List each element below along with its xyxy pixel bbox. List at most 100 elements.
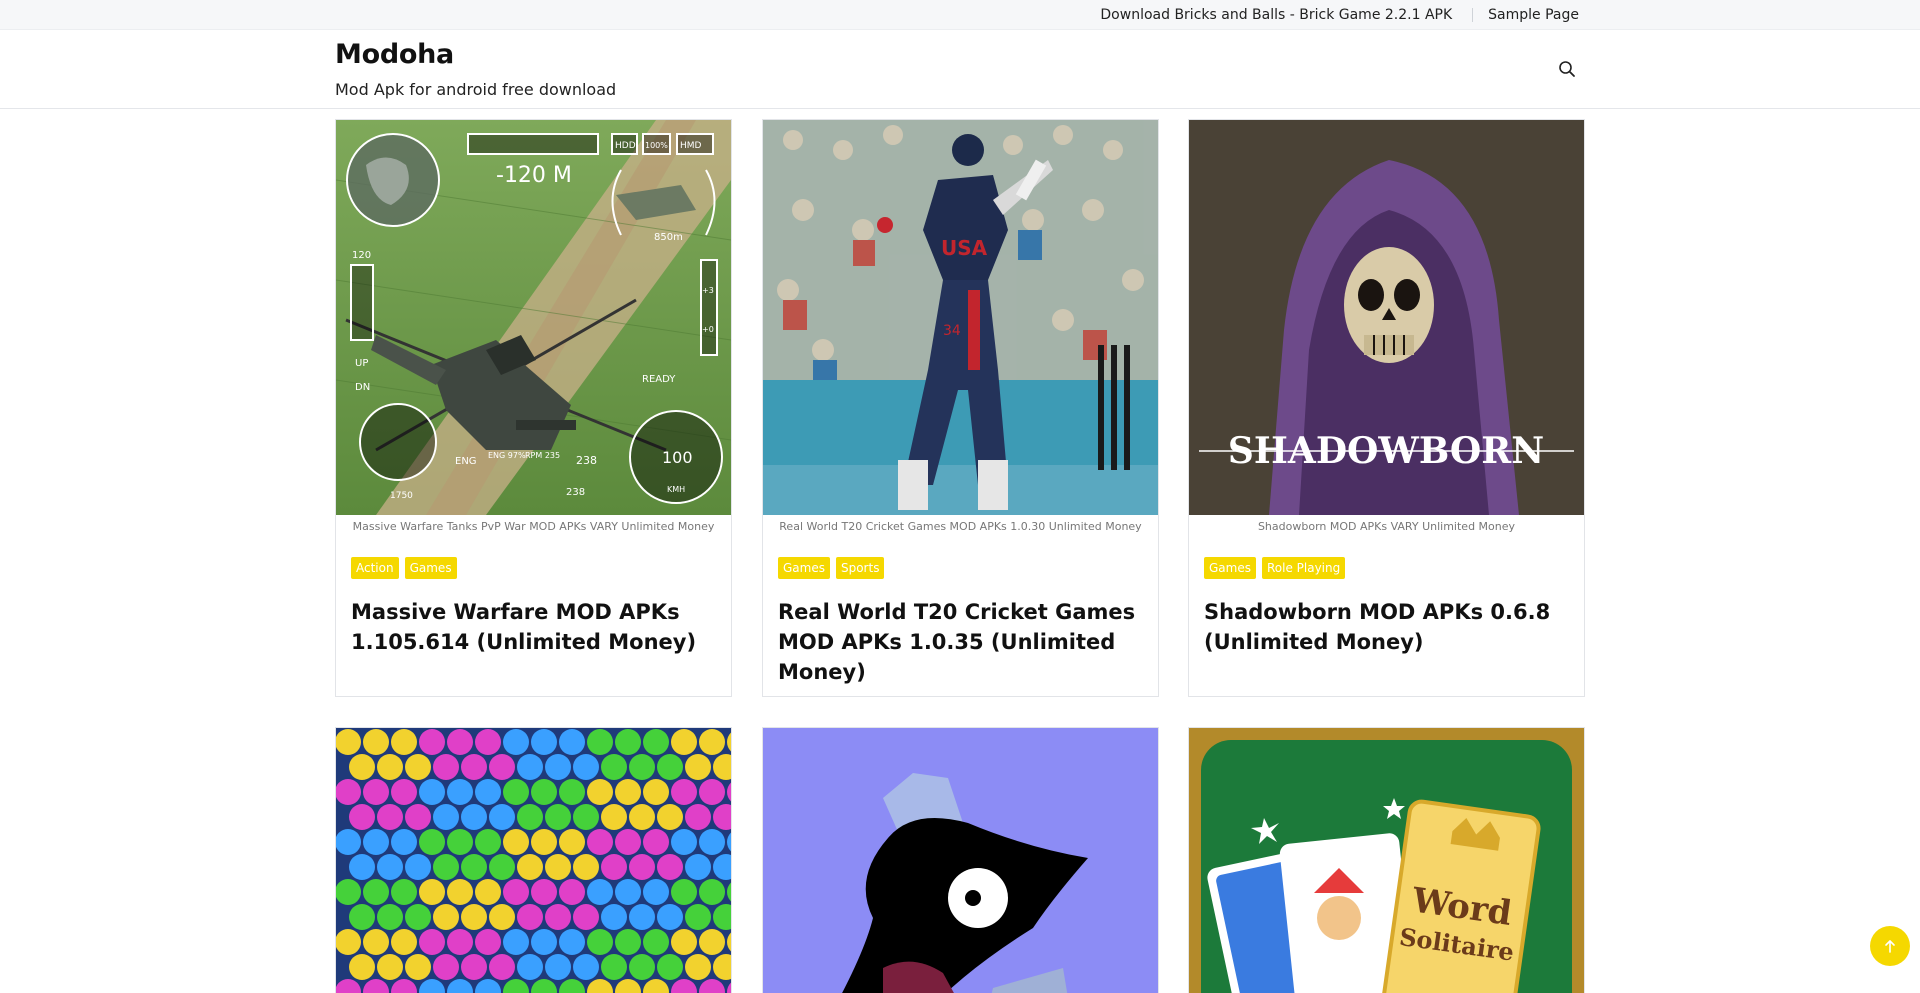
bubble xyxy=(629,954,655,980)
tag-games[interactable]: Games xyxy=(778,557,830,579)
top-nav-link-bricks-and-balls[interactable]: Download Bricks and Balls - Brick Game 2… xyxy=(1100,7,1452,23)
thumbnail-caption: Shadowborn MOD APKs VARY Unlimited Money xyxy=(1257,520,1516,533)
bubble xyxy=(419,879,445,905)
bubble xyxy=(391,729,417,755)
post-card[interactable]: Word Solitaire xyxy=(1188,727,1585,993)
tag-games[interactable]: Games xyxy=(404,557,457,579)
thumbnail-caption: Massive Warfare Tanks PvP War MOD APKs V… xyxy=(352,520,715,533)
post-thumbnail[interactable] xyxy=(336,728,731,993)
bubble xyxy=(671,829,697,855)
bubble xyxy=(629,854,655,880)
search-button[interactable] xyxy=(1557,59,1577,79)
bubble xyxy=(517,804,543,830)
post-title[interactable]: Shadowborn MOD APKs 0.6.8 (Unlimited Mon… xyxy=(1204,597,1569,657)
bubble xyxy=(615,779,641,805)
bubble xyxy=(447,929,473,955)
bubble xyxy=(615,829,641,855)
hud-bottom-val: 238 xyxy=(566,487,585,498)
post-thumbnail[interactable]: SHADOWBORN xyxy=(1189,120,1584,515)
bubble xyxy=(657,854,683,880)
tag-games[interactable]: Games xyxy=(1204,557,1256,579)
bubble xyxy=(517,754,543,780)
post-card[interactable]: SHADOWBORN Shadowborn MOD APKs VARY Unli… xyxy=(1188,119,1585,697)
tag-action[interactable]: Action xyxy=(351,557,399,579)
post-card[interactable] xyxy=(335,727,732,993)
tag-sports[interactable]: Sports xyxy=(835,557,885,579)
bubble xyxy=(657,904,683,930)
hud-heading: 238 xyxy=(576,454,597,467)
arrow-up-icon xyxy=(1885,940,1895,953)
bubble xyxy=(545,954,571,980)
post-title[interactable]: Massive Warfare MOD APKs 1.105.614 (Unli… xyxy=(351,597,716,657)
bubble xyxy=(629,754,655,780)
bubble xyxy=(657,804,683,830)
post-thumbnail[interactable]: USA 34 xyxy=(763,120,1158,515)
bubble xyxy=(489,854,515,880)
top-bar: Download Bricks and Balls - Brick Game 2… xyxy=(0,0,1920,30)
bubble xyxy=(545,854,571,880)
bubble xyxy=(587,829,613,855)
post-thumbnail[interactable]: -120 M 850m 120 UP DN READY ENG ENG 97% … xyxy=(336,120,731,515)
bubble xyxy=(573,904,599,930)
bubble xyxy=(601,854,627,880)
bubble xyxy=(587,729,613,755)
bubble xyxy=(336,779,361,805)
bubble xyxy=(629,804,655,830)
bubble xyxy=(391,829,417,855)
bubble xyxy=(433,954,459,980)
bubble xyxy=(475,829,501,855)
bubble xyxy=(601,754,627,780)
bubble xyxy=(475,929,501,955)
bubble xyxy=(517,904,543,930)
bubble xyxy=(461,954,487,980)
bubble xyxy=(349,854,375,880)
post-card[interactable]: -120 M 850m 120 UP DN READY ENG ENG 97% … xyxy=(335,119,732,697)
bubble xyxy=(615,729,641,755)
bubble xyxy=(377,954,403,980)
bubble xyxy=(419,829,445,855)
bubble xyxy=(503,729,529,755)
bubble xyxy=(685,754,711,780)
bubble xyxy=(503,879,529,905)
post-card[interactable] xyxy=(762,727,1159,993)
hud-distance: 850m xyxy=(654,232,683,243)
bubble xyxy=(587,879,613,905)
bubble xyxy=(336,879,361,905)
bubble xyxy=(433,754,459,780)
post-thumbnail[interactable] xyxy=(763,728,1158,993)
thumbnail-caption: Real World T20 Cricket Games MOD APKs 1.… xyxy=(779,520,1142,533)
bubble xyxy=(461,754,487,780)
bubble xyxy=(475,729,501,755)
bubble xyxy=(363,729,389,755)
post-card[interactable]: USA 34 Real World T20 Cricket Games MOD … xyxy=(762,119,1159,697)
bubble xyxy=(405,904,431,930)
scroll-to-top-button[interactable] xyxy=(1870,926,1910,966)
bubble xyxy=(377,904,403,930)
bubble xyxy=(377,854,403,880)
bubble xyxy=(503,779,529,805)
bubble xyxy=(573,754,599,780)
bubble xyxy=(531,879,557,905)
bubble xyxy=(657,954,683,980)
bubble xyxy=(685,804,711,830)
bubble xyxy=(475,779,501,805)
shadowborn-game-art: SHADOWBORN xyxy=(1189,120,1584,515)
tag-role-playing[interactable]: Role Playing xyxy=(1261,557,1346,579)
post-tags: Games Sports xyxy=(778,557,885,579)
shadowborn-logo: SHADOWBORN xyxy=(1228,430,1544,472)
bubble xyxy=(336,829,361,855)
post-tags: Games Role Playing xyxy=(1204,557,1346,579)
bubble xyxy=(461,804,487,830)
site-title[interactable]: Modoha xyxy=(335,39,454,70)
bubble xyxy=(615,879,641,905)
bubble xyxy=(517,954,543,980)
bubble xyxy=(433,904,459,930)
bubble xyxy=(545,754,571,780)
bubble xyxy=(699,779,725,805)
hud-eng2: ENG 97% xyxy=(488,451,526,460)
post-title[interactable]: Real World T20 Cricket Games MOD APKs 1.… xyxy=(778,597,1143,687)
hud-right-zero: +0 xyxy=(702,325,714,334)
bubble xyxy=(447,829,473,855)
top-nav-link-sample-page[interactable]: Sample Page xyxy=(1488,7,1579,23)
post-thumbnail[interactable]: Word Solitaire xyxy=(1189,728,1584,993)
